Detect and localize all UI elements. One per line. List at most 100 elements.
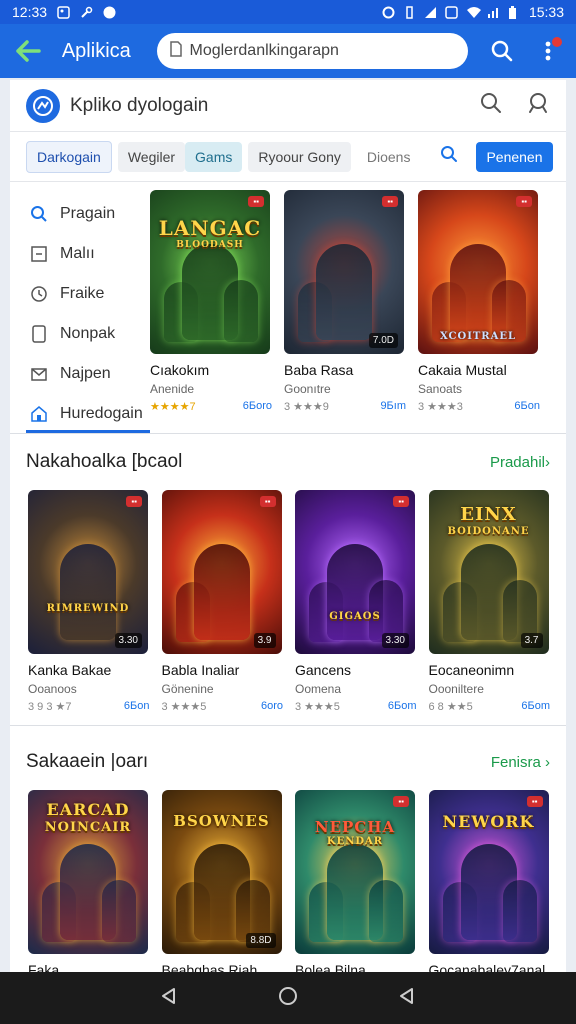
wifi-icon [466, 6, 481, 19]
search-icon [491, 40, 513, 62]
search-icon [481, 93, 501, 113]
game-card[interactable]: ▪▪ 3.9 Babla Inaliar Gönenine 3 ★★★5 6oro [161, 490, 283, 713]
sidebar-item-2[interactable]: Fraike [10, 274, 150, 314]
game-name: Gancens [295, 662, 352, 678]
home-icon [30, 405, 48, 423]
game-thumbnail: EINX BOIDONANE 3.7 [428, 490, 549, 654]
triangle-back-icon [400, 987, 413, 1004]
tab-search-button[interactable] [440, 145, 458, 168]
featured-grid: LANGAC BLOODASH ▪▪ Cıakokım Anenide ★★★★… [150, 182, 540, 433]
mail-icon [30, 365, 48, 383]
game-name: Baba Rasa [284, 362, 354, 378]
game-name: Beabghas Riah [161, 962, 258, 972]
badge: ▪▪ [382, 196, 398, 207]
art-subtitle: RIMREWIND [46, 603, 130, 614]
game-card[interactable]: LANGAC BLOODASH ▪▪ Cıakokım Anenide ★★★★… [150, 190, 272, 433]
nav-home-button[interactable] [278, 986, 298, 1011]
header-search-alt-button[interactable] [528, 92, 550, 119]
game-rating: 6 8 ★★5 [428, 701, 473, 713]
game-card[interactable]: EINX BOIDONANE 3.7 Eocaneonimn Ooonilter… [428, 490, 550, 713]
url-input[interactable] [189, 42, 450, 60]
badge: ▪▪ [393, 796, 409, 807]
game-card[interactable]: BSOWNES 8.8D Beabghas Riah [161, 790, 284, 972]
tab-2[interactable]: Gams [185, 141, 243, 172]
see-more-link[interactable]: Fenisra › [491, 754, 550, 771]
sync-icon [382, 6, 395, 19]
art-title: BSOWNES [173, 812, 270, 830]
nav-back-button[interactable] [160, 987, 178, 1010]
badge: ▪▪ [259, 496, 276, 507]
game-thumbnail: ▪▪ 7.0D [284, 190, 404, 354]
status-time-left: 12:33 [12, 4, 48, 20]
game-price: 6Бon [514, 400, 540, 412]
game-card[interactable]: GIGAOS ▪▪ 3.30 Gancens Oomena 3 ★★★5 6Бom [295, 490, 417, 713]
game-card[interactable]: NEPCHA KENDAR ▪▪ Bolea Bilna [295, 790, 417, 972]
see-more-link[interactable]: Pradahil› [490, 454, 550, 471]
badge: ▪▪ [393, 496, 409, 507]
sidebar-item-0[interactable]: Pragain [10, 194, 150, 234]
game-grid: RIMREWIND ▪▪ 3.30 Kanka Bakae Ooanoos 3 … [10, 490, 566, 735]
badge: ▪▪ [248, 196, 264, 207]
back-button[interactable] [10, 33, 46, 69]
sidebar-item-1[interactable]: Malıı [10, 234, 150, 274]
game-card[interactable]: RIMREWIND ▪▪ 3.30 Kanka Bakae Ooanoos 3 … [28, 490, 150, 713]
sidebar-item-3[interactable]: Nonpak [10, 314, 150, 354]
signal-bars-icon [487, 6, 500, 19]
notification-dot [551, 37, 562, 47]
vibrate-icon [403, 5, 416, 19]
game-rating: 3 ★★★9 [284, 401, 329, 413]
store-panel: Kpliko dyologain Darkogain Wegiler Gams … [10, 80, 566, 972]
search-icon [30, 205, 48, 223]
primary-action-button[interactable]: Penenen [476, 141, 553, 172]
game-card[interactable]: XCOITRAEL ▪▪ Cakaia Mustal Sanoats 3 ★★★… [418, 190, 540, 433]
tab-0[interactable]: Darkogain [26, 140, 112, 173]
header-search-button[interactable] [480, 92, 502, 119]
sidebar-item-5[interactable]: Huredogain [10, 394, 150, 434]
game-card[interactable]: ▪▪ 7.0D Baba Rasa Goonıtre 3 ★★★9 9Бım [284, 190, 406, 433]
overflow-menu-button[interactable] [530, 33, 566, 69]
system-nav-bar [0, 972, 576, 1024]
search-icon [529, 93, 547, 113]
game-size: 3.30 [114, 633, 142, 648]
arrow-left-icon [16, 40, 41, 62]
sidebar-item-4[interactable]: Najpen [10, 354, 150, 394]
panel-header: Kpliko dyologain [10, 80, 566, 132]
nav-recents-button[interactable] [398, 987, 416, 1010]
art-figure [502, 880, 537, 942]
art-figure [193, 544, 250, 640]
game-price: 6Бon [123, 700, 150, 712]
sidebar-item-label: Nonpak [60, 325, 116, 342]
game-size: 3.30 [381, 633, 409, 648]
nfc-icon [445, 5, 458, 19]
tablet-icon [30, 325, 48, 343]
battery-icon [508, 5, 521, 19]
game-card[interactable]: NEWORK ▪▪ Gocanabaley7anal [428, 790, 551, 972]
clock-icon [30, 285, 48, 303]
image-icon [57, 5, 70, 19]
game-rating: 3 ★★★5 [161, 701, 207, 713]
tab-4[interactable]: Dioens [357, 142, 421, 172]
signal-icon [424, 6, 437, 19]
game-rating: 3 ★★★5 [295, 701, 340, 713]
game-name: Cıakokım [150, 362, 210, 378]
art-figure [369, 880, 403, 942]
app-title: Aplikica [61, 39, 131, 62]
search-button[interactable] [484, 33, 520, 69]
game-name: Kanka Bakae [28, 662, 112, 678]
art-figure [102, 880, 136, 942]
search-icon [441, 146, 458, 162]
game-size: 3.7 [520, 633, 543, 648]
badge: ▪▪ [516, 196, 532, 207]
tab-3[interactable]: Ryoour Gony [248, 141, 351, 172]
more-vert-icon [545, 41, 551, 61]
game-price: 6oro [260, 700, 283, 712]
game-developer: Gönenine [161, 682, 214, 696]
game-price: 6Бom [521, 700, 550, 712]
address-bar[interactable] [157, 33, 469, 69]
section-popular: Nakahoalka [bcaol Pradahil› RIMREWIND ▪▪… [10, 434, 566, 726]
game-size: 8.8D [246, 933, 276, 948]
featured-section: Pragain Malıı Fraike Nonpak Najpen Hured… [10, 182, 566, 434]
tab-1[interactable]: Wegiler [117, 141, 186, 172]
game-developer: Sanoats [418, 382, 463, 396]
game-card[interactable]: EARCAD NOINCAIR Faka [28, 790, 150, 972]
